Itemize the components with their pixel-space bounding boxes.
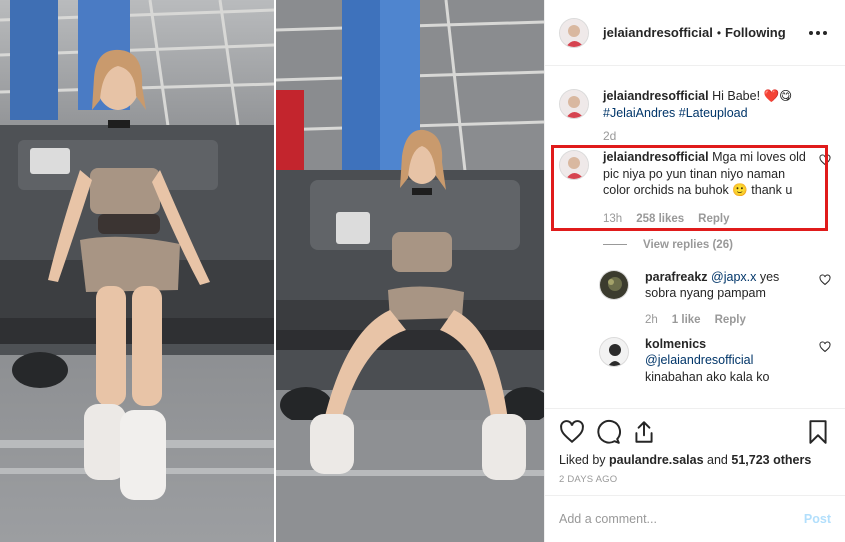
avatar[interactable] xyxy=(599,336,629,367)
photo-left-panel xyxy=(0,0,274,542)
reply-button[interactable]: Reply xyxy=(715,314,746,326)
bookmark-icon[interactable] xyxy=(805,419,831,445)
post-comment-button[interactable]: Post xyxy=(804,512,831,526)
comments-list[interactable]: jelaiandresofficial Hi Babe! ❤️😋 #JelaiA… xyxy=(545,67,845,407)
following-button[interactable]: Following xyxy=(725,25,786,40)
liked-by-prefix: Liked by xyxy=(559,453,606,467)
photo-right-panel xyxy=(276,0,544,542)
header-username[interactable]: jelaiandresofficial xyxy=(603,25,713,40)
more-horizontal-icon[interactable] xyxy=(805,27,831,39)
reply-text-block: kolmenics @jelaiandresofficial kinabahan… xyxy=(645,336,811,386)
reply-username[interactable]: kolmenics xyxy=(645,337,706,351)
reply-item: parafreakz @japx.x yes sobra nyang pampa… xyxy=(599,269,831,302)
reply-mention[interactable]: @jelaiandresofficial xyxy=(645,353,753,367)
share-icon[interactable] xyxy=(631,419,657,445)
reply-time[interactable]: 2h xyxy=(645,314,658,326)
caption-time[interactable]: 2d xyxy=(603,129,831,143)
liked-by: Liked by paulandre.salas and 51,723 othe… xyxy=(559,453,831,467)
reply-likes[interactable]: 1 like xyxy=(672,314,701,326)
heart-icon[interactable] xyxy=(819,154,831,166)
comment-likes[interactable]: 258 likes xyxy=(636,213,684,225)
header-separator: • xyxy=(716,25,722,40)
comment-icon[interactable] xyxy=(595,419,621,445)
post-timestamp[interactable]: 2 DAYS AGO xyxy=(559,474,831,485)
avatar[interactable] xyxy=(599,269,629,300)
view-replies-button[interactable]: View replies (26) xyxy=(603,239,831,251)
heart-icon[interactable] xyxy=(819,340,831,353)
comment-input[interactable] xyxy=(559,512,804,526)
reply-meta: 2h 1 like Reply xyxy=(645,314,831,326)
post-actions: Liked by paulandre.salas and 51,723 othe… xyxy=(545,408,845,485)
caption-text: Hi Babe! ❤️😋 xyxy=(712,89,793,103)
reply-mention[interactable]: @japx.x xyxy=(711,270,756,284)
caption: jelaiandresofficial Hi Babe! ❤️😋 #JelaiA… xyxy=(559,88,831,121)
view-replies-label: View replies (26) xyxy=(643,238,733,251)
liked-by-user[interactable]: paulandre.salas xyxy=(609,453,704,467)
liked-by-count[interactable]: 51,723 others xyxy=(731,453,811,467)
reply-text-block: parafreakz @japx.x yes sobra nyang pampa… xyxy=(645,269,811,302)
reply-text: kinabahan ako kala ko xyxy=(645,369,770,384)
reply-item: kolmenics @jelaiandresofficial kinabahan… xyxy=(599,336,831,386)
divider-line xyxy=(603,244,627,245)
replies-list: parafreakz @japx.x yes sobra nyang pampa… xyxy=(599,269,831,386)
add-comment-bar: Post xyxy=(545,495,845,542)
heart-icon[interactable] xyxy=(819,273,831,286)
avatar[interactable] xyxy=(559,89,589,119)
caption-username[interactable]: jelaiandresofficial xyxy=(603,89,709,103)
comment-username[interactable]: jelaiandresofficial xyxy=(603,150,709,164)
post-header: jelaiandresofficial • Following xyxy=(545,0,845,66)
avatar[interactable] xyxy=(559,150,589,180)
caption-hashtags[interactable]: #JelaiAndres #Lateupload xyxy=(603,106,748,120)
reply-username[interactable]: parafreakz xyxy=(645,270,708,284)
reply-button[interactable]: Reply xyxy=(698,213,729,225)
instagram-post: jelaiandresofficial • Following jelaiand… xyxy=(0,0,845,542)
action-icons xyxy=(559,419,831,445)
post-side-panel: jelaiandresofficial • Following jelaiand… xyxy=(544,0,845,542)
liked-by-and: and xyxy=(707,453,728,467)
caption-text-block: jelaiandresofficial Hi Babe! ❤️😋 #JelaiA… xyxy=(603,88,831,121)
comment-time[interactable]: 13h xyxy=(603,213,622,225)
avatar[interactable] xyxy=(559,17,589,48)
comment-text-block: jelaiandresofficial Mga mi loves old pic… xyxy=(603,149,811,199)
highlighted-comment: jelaiandresofficial Mga mi loves old pic… xyxy=(559,149,831,199)
post-photo[interactable] xyxy=(0,0,544,542)
heart-icon[interactable] xyxy=(559,419,585,445)
comment-meta: 13h 258 likes Reply xyxy=(603,213,831,225)
